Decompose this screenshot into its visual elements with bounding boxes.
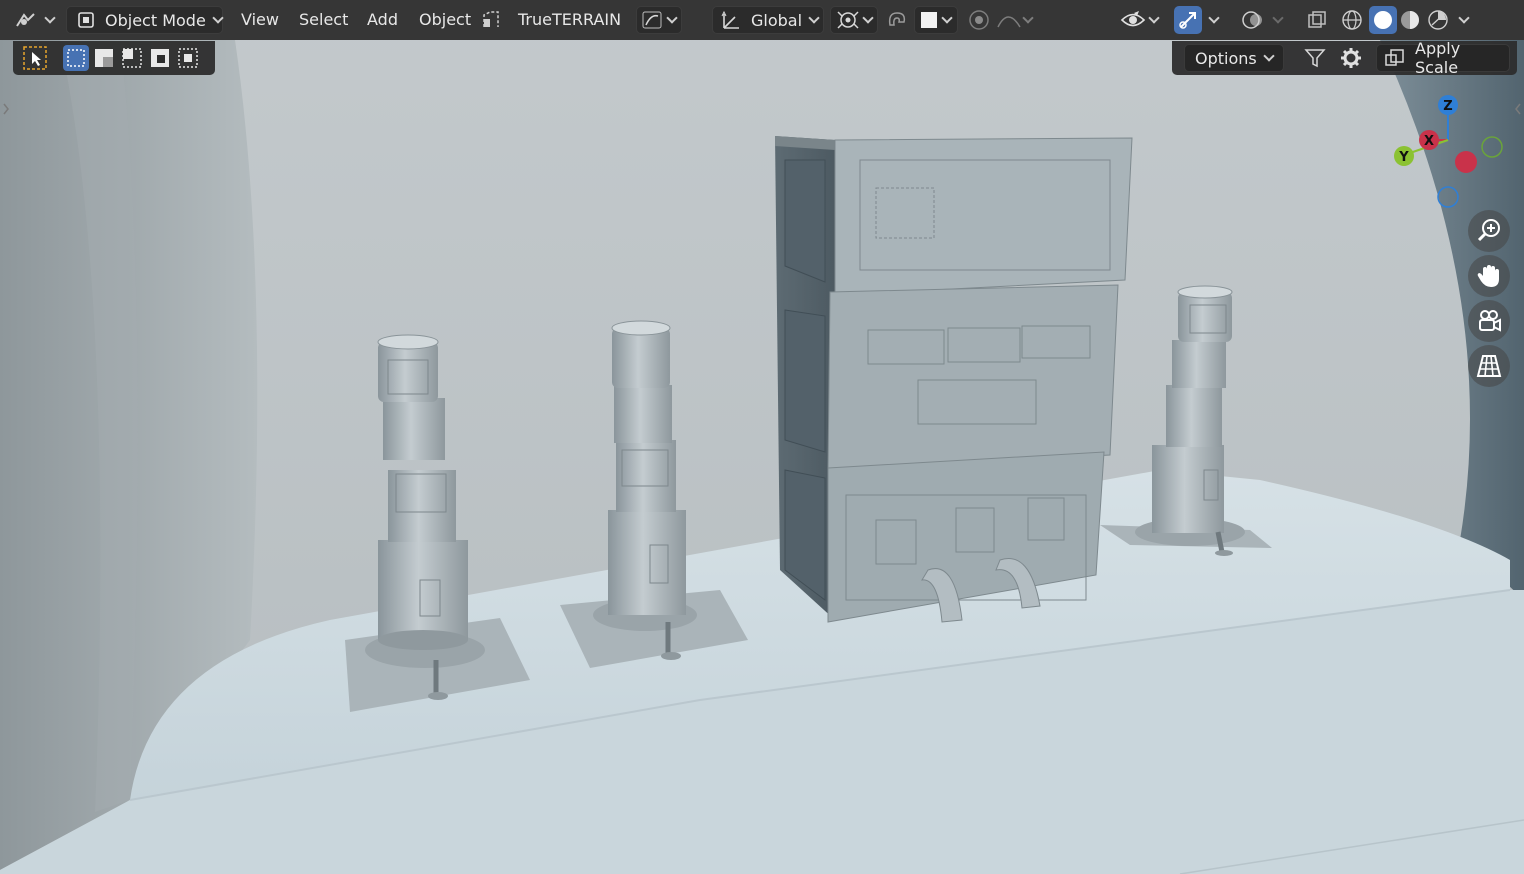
overlay-icon [1240,9,1266,31]
object-mode-label: Object Mode [105,10,206,30]
overlay-options-dropdown[interactable] [1270,6,1292,34]
chevron-down-icon [1148,12,1160,24]
curve-icon [641,10,663,30]
editor-type-icon [14,10,38,30]
pan-view-button[interactable] [1468,255,1510,297]
wireframe-shading-icon [1340,9,1364,31]
transform-orientation-label: Global [751,10,803,30]
gizmo-z-label: Z [1443,99,1452,114]
viewport-canvas[interactable]: Z X Y [0,0,1524,874]
filter-icon [1304,47,1326,69]
proportional-falloff-dropdown[interactable] [996,6,1040,34]
select-subtract-icon [121,47,143,69]
settings-button[interactable] [1336,44,1366,72]
menu-add[interactable]: Add [357,6,408,34]
falloff-curve-icon [996,9,1022,31]
snap-magnet-icon [884,9,910,31]
select-new-icon [65,47,87,69]
snap-target-dropdown[interactable] [914,6,958,34]
select-mode-intersect-button[interactable] [175,45,201,71]
visibility-dropdown[interactable] [1120,6,1166,34]
snap-increment-icon [919,10,939,30]
filter-button[interactable] [1300,44,1330,72]
select-mode-invert-button[interactable] [147,45,173,71]
editor-type-button[interactable] [14,6,58,34]
tool-settings-header: Options Apply Scale [1172,39,1517,77]
snap-toggle[interactable] [884,6,912,34]
options-label: Options [1195,48,1257,68]
blender-3d-viewport-window: Z X Y Object Mode View Select Add Object [0,0,1524,874]
overlay-toggle-button[interactable] [1240,6,1268,34]
chevron-down-icon [941,12,953,24]
apply-scale-button[interactable]: Apply Scale [1376,39,1510,77]
left-region-toggle-icon[interactable] [2,100,10,118]
select-intersect-icon [177,47,199,69]
viewport-header: Object Mode View Select Add Object TrueT… [0,0,1524,40]
wireframe-shading-button[interactable] [1340,6,1368,34]
select-invert-icon [149,47,171,69]
rendered-shading-icon [1426,9,1450,31]
select-mode-extend-button[interactable] [91,45,117,71]
menu-object[interactable]: Object [409,6,481,34]
gizmo-options-dropdown[interactable] [1206,6,1228,34]
menu-select[interactable]: Select [289,6,358,34]
crate-stack-model[interactable] [775,136,1133,623]
proportional-edit-toggle[interactable] [966,6,994,34]
gizmo-x-label: X [1424,134,1434,149]
chevron-down-icon [1458,12,1470,24]
shading-options-dropdown[interactable] [1456,6,1478,34]
material-shading-button[interactable] [1398,6,1426,34]
menu-view[interactable]: View [231,6,289,34]
chevron-down-icon [1263,50,1275,62]
gizmo-toggle-icon [1177,9,1199,31]
options-dropdown[interactable]: Options [1184,44,1284,72]
gizmo-toggle-button[interactable] [1174,6,1202,34]
object-mode-dropdown[interactable]: Object Mode [66,6,224,34]
xray-icon [1306,9,1328,31]
menu-true-terrain[interactable]: TrueTERRAIN [508,6,631,34]
visibility-eye-icon [1120,9,1146,31]
solid-shading-icon [1372,9,1394,31]
proportional-edit-icon [966,9,992,31]
hand-icon [1475,262,1503,290]
true-terrain-icon-button[interactable] [480,6,504,34]
camera-view-button[interactable] [1468,300,1510,342]
rendered-shading-button[interactable] [1426,6,1454,34]
gear-icon [1339,46,1363,70]
chevron-down-icon [1272,12,1284,24]
chevron-down-icon [808,12,820,24]
select-cursor-icon [22,45,48,71]
select-tool-header [13,41,215,75]
chevron-down-icon [212,12,224,24]
camera-icon [1475,307,1503,335]
gizmo-neg-x-handle[interactable] [1455,151,1477,173]
chevron-down-icon [1022,12,1034,24]
perspective-grid-icon [1475,352,1503,380]
apply-scale-label: Apply Scale [1415,39,1461,77]
material-shading-icon [1398,9,1422,31]
select-mode-set-button[interactable] [63,45,89,71]
perspective-toggle-button[interactable] [1468,345,1510,387]
active-tool-button[interactable] [21,45,49,71]
zoom-view-button[interactable] [1468,210,1510,252]
chevron-down-icon [666,12,678,24]
true-terrain-icon [480,9,502,31]
select-extend-icon [93,47,115,69]
pivot-point-dropdown[interactable] [830,6,878,34]
xray-toggle-button[interactable] [1306,6,1332,34]
solid-shading-button[interactable] [1369,6,1397,34]
pivot-point-icon [835,9,861,31]
chevron-down-icon [1208,12,1220,24]
zoom-icon [1475,217,1503,245]
right-region-toggle-icon[interactable] [1514,100,1522,118]
transform-orientation-icon [719,9,743,31]
apply-scale-icon [1383,47,1407,69]
chevron-down-icon [862,12,874,24]
curve-dropdown[interactable] [636,6,682,34]
transform-orientation-dropdown[interactable]: Global [712,6,824,34]
chevron-down-icon [44,12,56,24]
gizmo-y-label: Y [1398,150,1409,165]
object-mode-icon [75,10,97,30]
select-mode-subtract-button[interactable] [119,45,145,71]
